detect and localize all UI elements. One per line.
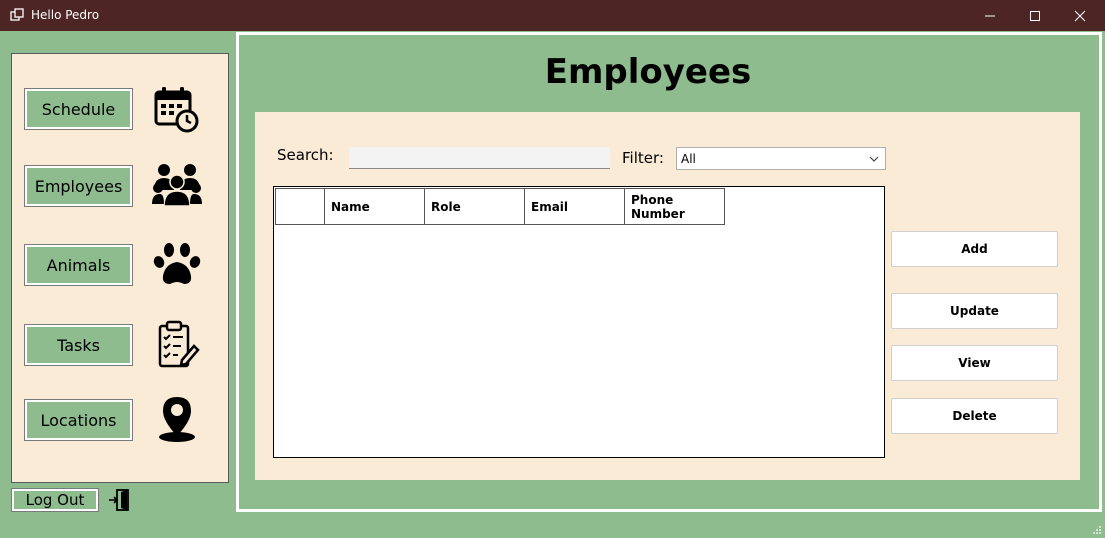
- chevron-down-icon: [869, 156, 879, 162]
- filter-label: Filter:: [622, 149, 664, 167]
- maximize-icon: [1030, 10, 1040, 21]
- sidebar-item-locations[interactable]: Locations: [25, 400, 132, 440]
- paw-icon: [152, 240, 202, 290]
- update-button[interactable]: Update: [891, 293, 1058, 329]
- column-header-role[interactable]: Role: [425, 188, 525, 225]
- column-header-select[interactable]: [275, 188, 325, 225]
- clipboard-checklist-icon: [152, 320, 202, 370]
- logout-button[interactable]: Log Out: [12, 489, 98, 511]
- employees-table[interactable]: Name Role Email Phone Number: [273, 186, 885, 458]
- filter-dropdown[interactable]: All: [676, 147, 886, 170]
- delete-button[interactable]: Delete: [891, 398, 1058, 434]
- sidebar: Schedule Employees Animals Tasks Locatio…: [11, 53, 229, 483]
- search-input[interactable]: [349, 147, 610, 169]
- window-title: Hello Pedro: [31, 8, 100, 22]
- search-label: Search:: [277, 146, 334, 164]
- minimize-button[interactable]: [967, 0, 1013, 31]
- resize-grip-icon[interactable]: [1092, 525, 1102, 535]
- close-button[interactable]: [1057, 0, 1103, 31]
- sidebar-item-animals[interactable]: Animals: [25, 245, 132, 285]
- sidebar-item-schedule[interactable]: Schedule: [25, 89, 132, 129]
- close-icon: [1074, 10, 1086, 21]
- sidebar-item-employees[interactable]: Employees: [25, 166, 132, 206]
- add-button[interactable]: Add: [891, 231, 1058, 267]
- filter-selected-value: All: [681, 151, 696, 166]
- logout-door-icon[interactable]: [108, 488, 130, 512]
- employees-panel: Search: Filter: All Name Role Email Phon…: [255, 112, 1080, 480]
- people-group-icon: [152, 160, 202, 210]
- minimize-icon: [985, 15, 995, 16]
- column-header-phone-number[interactable]: Phone Number: [625, 188, 725, 225]
- column-header-name[interactable]: Name: [325, 188, 425, 225]
- table-header: Name Role Email Phone Number: [275, 188, 725, 225]
- column-header-email[interactable]: Email: [525, 188, 625, 225]
- app-icon: [10, 8, 24, 21]
- page-title: Employees: [544, 52, 752, 92]
- maximize-button[interactable]: [1012, 0, 1058, 31]
- calendar-clock-icon: [152, 85, 202, 135]
- map-pin-icon: [152, 394, 202, 444]
- title-bar: Hello Pedro: [0, 0, 1105, 31]
- view-button[interactable]: View: [891, 345, 1058, 381]
- sidebar-item-tasks[interactable]: Tasks: [25, 325, 132, 365]
